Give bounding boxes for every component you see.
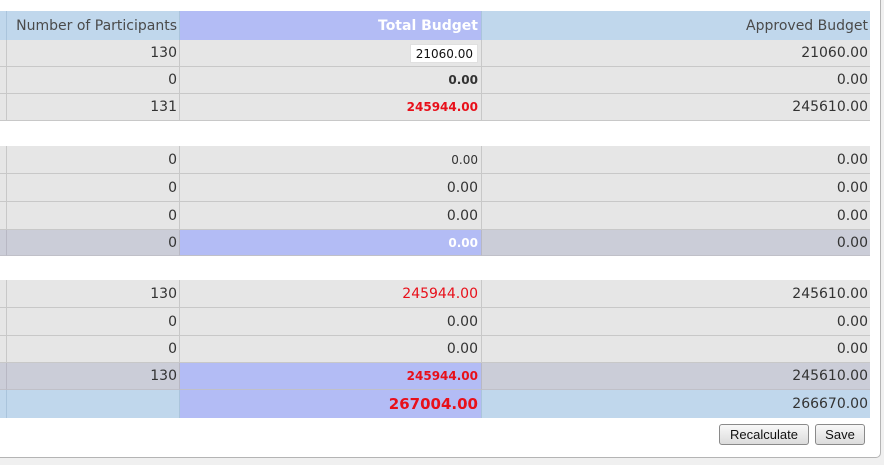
participants-value: 0	[6, 202, 179, 230]
approved-budget-value: 21060.00	[481, 40, 870, 67]
total-budget-value: 0.00	[179, 336, 481, 363]
budget-panel: Number of Participants Total Budget Appr…	[0, 0, 881, 458]
total-budget-value: 0.00	[179, 67, 481, 94]
save-button[interactable]: Save	[815, 424, 865, 445]
grand-total-budget: 267004.00	[179, 390, 481, 418]
participants-value: 0	[6, 336, 179, 363]
participants-value: 0	[6, 174, 179, 202]
approved-budget-value: 0.00	[481, 308, 870, 336]
total-budget-cell: 21060.00	[179, 40, 481, 67]
participants-subtotal: 0	[6, 230, 179, 256]
participants-value: 130	[6, 280, 179, 308]
table-row: 131 245944.00 245610.00	[0, 94, 870, 121]
total-budget-value: 245944.00	[179, 94, 481, 121]
table-row: 0 0.00 0.00	[0, 67, 870, 94]
approved-budget-value: 0.00	[481, 67, 870, 94]
total-budget-value: 245944.00	[179, 280, 481, 308]
header-participants: Number of Participants	[6, 11, 179, 40]
participants-value: 130	[6, 40, 179, 67]
total-budget-value: 0.00	[179, 146, 481, 174]
header-total-budget: Total Budget	[179, 11, 481, 40]
participants-value: 0	[6, 146, 179, 174]
approved-budget-value: 245610.00	[481, 280, 870, 308]
approved-budget-value: 0.00	[481, 202, 870, 230]
approved-budget-value: 0.00	[481, 336, 870, 363]
participants-subtotal: 130	[6, 363, 179, 390]
approved-budget-subtotal: 0.00	[481, 230, 870, 256]
participants-value: 0	[6, 308, 179, 336]
grand-total-row: 267004.00 266670.00	[0, 390, 870, 418]
subtotal-row: 0 0.00 0.00	[0, 230, 870, 256]
table-row: 130 245944.00 245610.00	[0, 280, 870, 308]
total-budget-value: 0.00	[179, 308, 481, 336]
total-budget-value: 0.00	[179, 174, 481, 202]
table-row: 0 0.00 0.00	[0, 174, 870, 202]
grand-total-approved: 266670.00	[481, 390, 870, 418]
total-budget-value: 0.00	[179, 202, 481, 230]
table-row: 0 0.00 0.00	[0, 308, 870, 336]
table-row: 130 21060.00 21060.00	[0, 40, 870, 67]
participants-value: 0	[6, 67, 179, 94]
approved-budget-value: 0.00	[481, 174, 870, 202]
approved-budget-subtotal: 245610.00	[481, 363, 870, 390]
table-row: 0 0.00 0.00	[0, 336, 870, 363]
subtotal-row: 130 245944.00 245610.00	[0, 363, 870, 390]
recalculate-button[interactable]: Recalculate	[719, 424, 809, 445]
total-budget-input[interactable]: 21060.00	[410, 43, 478, 63]
table-header: Number of Participants Total Budget Appr…	[0, 11, 870, 40]
approved-budget-value: 0.00	[481, 146, 870, 174]
total-budget-subtotal: 0.00	[179, 230, 481, 256]
header-approved-budget: Approved Budget	[481, 11, 870, 40]
participants-value: 131	[6, 94, 179, 121]
total-budget-subtotal: 245944.00	[179, 363, 481, 390]
table-row: 0 0.00 0.00	[0, 146, 870, 174]
approved-budget-value: 245610.00	[481, 94, 870, 121]
table-row: 0 0.00 0.00	[0, 202, 870, 230]
